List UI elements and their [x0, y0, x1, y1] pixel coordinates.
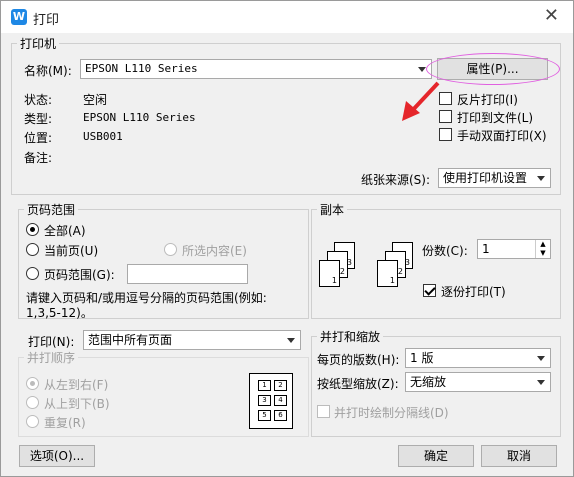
- paper-source-label: 纸张来源(S):: [361, 173, 431, 187]
- page-range-input[interactable]: [127, 264, 248, 284]
- page-range-group-label: 页码范围: [27, 203, 76, 217]
- location-label: 位置:: [24, 131, 53, 145]
- spinner-arrows-icon[interactable]: ▲ ▼: [535, 240, 550, 258]
- order-top-bottom-label: 从上到下(B): [44, 397, 110, 411]
- status-value: 空闲: [83, 93, 108, 107]
- close-icon[interactable]: ✕: [544, 7, 559, 25]
- grid-cell: 5: [258, 410, 271, 421]
- manual-duplex-label: 手动双面打印(X): [457, 129, 547, 143]
- print-to-file-checkbox[interactable]: [439, 110, 452, 123]
- printer-name-value: EPSON L110 Series: [85, 62, 198, 75]
- highlight-ellipse: [426, 53, 560, 85]
- ok-button[interactable]: 确定: [398, 445, 474, 467]
- print-what-value: 范围中所有页面: [88, 333, 173, 347]
- chevron-down-icon: [418, 67, 426, 72]
- pages-per-sheet-value: 1 版: [410, 351, 434, 365]
- grid-cell: 2: [274, 380, 287, 391]
- scale-select[interactable]: 无缩放: [405, 372, 551, 392]
- grid-cell: 6: [274, 410, 287, 421]
- comment-label: 备注:: [24, 151, 53, 165]
- printer-name-select[interactable]: EPSON L110 Series: [80, 59, 432, 79]
- page-range-current-radio[interactable]: [26, 243, 39, 256]
- order-left-right-radio[interactable]: [26, 377, 39, 390]
- copies-count-spinner[interactable]: 1 ▲ ▼: [477, 239, 551, 259]
- pages-per-sheet-select[interactable]: 1 版: [405, 348, 551, 368]
- print-what-select[interactable]: 范围中所有页面: [83, 330, 301, 350]
- grid-cell: 1: [258, 380, 271, 391]
- printer-group-label: 打印机: [20, 37, 57, 51]
- printer-name-label: 名称(M):: [24, 64, 72, 78]
- paper-source-select[interactable]: 使用打印机设置: [438, 168, 551, 188]
- location-value: USB001: [83, 130, 123, 143]
- page-range-current-label: 当前页(U): [44, 244, 99, 258]
- order-top-bottom-radio[interactable]: [26, 396, 39, 409]
- page-range-pages-radio[interactable]: [26, 267, 39, 280]
- window-title: 打印: [33, 13, 60, 28]
- copies-group-label: 副本: [320, 203, 345, 217]
- chevron-down-icon: [537, 380, 545, 385]
- type-label: 类型:: [24, 112, 53, 126]
- collate-checkbox[interactable]: [423, 284, 436, 297]
- scale-value: 无缩放: [410, 375, 447, 389]
- zoom-group-label: 并打和缩放: [320, 330, 381, 344]
- page-range-selection-label: 所选内容(E): [182, 244, 247, 258]
- print-dialog: W 打印 ✕ 打印机 名称(M): EPSON L110 Series 属性(P…: [0, 0, 574, 477]
- page-range-all-radio[interactable]: [26, 223, 39, 236]
- grid-cell: 4: [274, 395, 287, 406]
- grid-cell: 3: [258, 395, 271, 406]
- collate-pages-illustration: 3 2 1: [319, 242, 359, 290]
- scale-label: 按纸型缩放(Z):: [317, 377, 399, 391]
- page-range-all-label: 全部(A): [44, 224, 86, 238]
- collate-label: 逐份打印(T): [441, 285, 506, 299]
- chevron-down-icon: [537, 356, 545, 361]
- paper-source-value: 使用打印机设置: [443, 171, 528, 185]
- print-what-label: 打印(N):: [28, 335, 75, 349]
- copies-count-value: 1: [482, 242, 490, 256]
- page-range-hint-line2: 1,3,5-12)。: [26, 306, 93, 320]
- page-range-selection-radio[interactable]: [164, 243, 177, 256]
- reverse-print-label: 反片打印(I): [457, 93, 518, 107]
- copies-count-label: 份数(C):: [422, 244, 468, 258]
- manual-duplex-checkbox[interactable]: [439, 128, 452, 141]
- options-button[interactable]: 选项(O)...: [19, 445, 95, 467]
- chevron-down-icon: [537, 176, 545, 181]
- order-repeat-radio[interactable]: [26, 415, 39, 428]
- cancel-button[interactable]: 取消: [481, 445, 557, 467]
- order-grid-preview: 1 2 3 4 5 6: [249, 373, 293, 429]
- title-bar: W 打印 ✕: [1, 1, 573, 33]
- draw-separator-label: 并打时绘制分隔线(D): [334, 406, 449, 420]
- reverse-print-checkbox[interactable]: [439, 92, 452, 105]
- wps-app-icon: W: [11, 9, 27, 25]
- order-left-right-label: 从左到右(F): [44, 378, 109, 392]
- draw-separator-checkbox[interactable]: [317, 405, 330, 418]
- order-repeat-label: 重复(R): [44, 416, 86, 430]
- status-label: 状态:: [24, 93, 53, 107]
- collate-pages-illustration-2: 3 2 1: [377, 242, 417, 290]
- order-group-label: 并打顺序: [27, 351, 76, 365]
- print-to-file-label: 打印到文件(L): [457, 111, 534, 125]
- pages-per-sheet-label: 每页的版数(H):: [317, 353, 400, 367]
- page-range-pages-label: 页码范围(G):: [44, 268, 115, 282]
- chevron-down-icon: [287, 338, 295, 343]
- type-value: EPSON L110 Series: [83, 111, 196, 124]
